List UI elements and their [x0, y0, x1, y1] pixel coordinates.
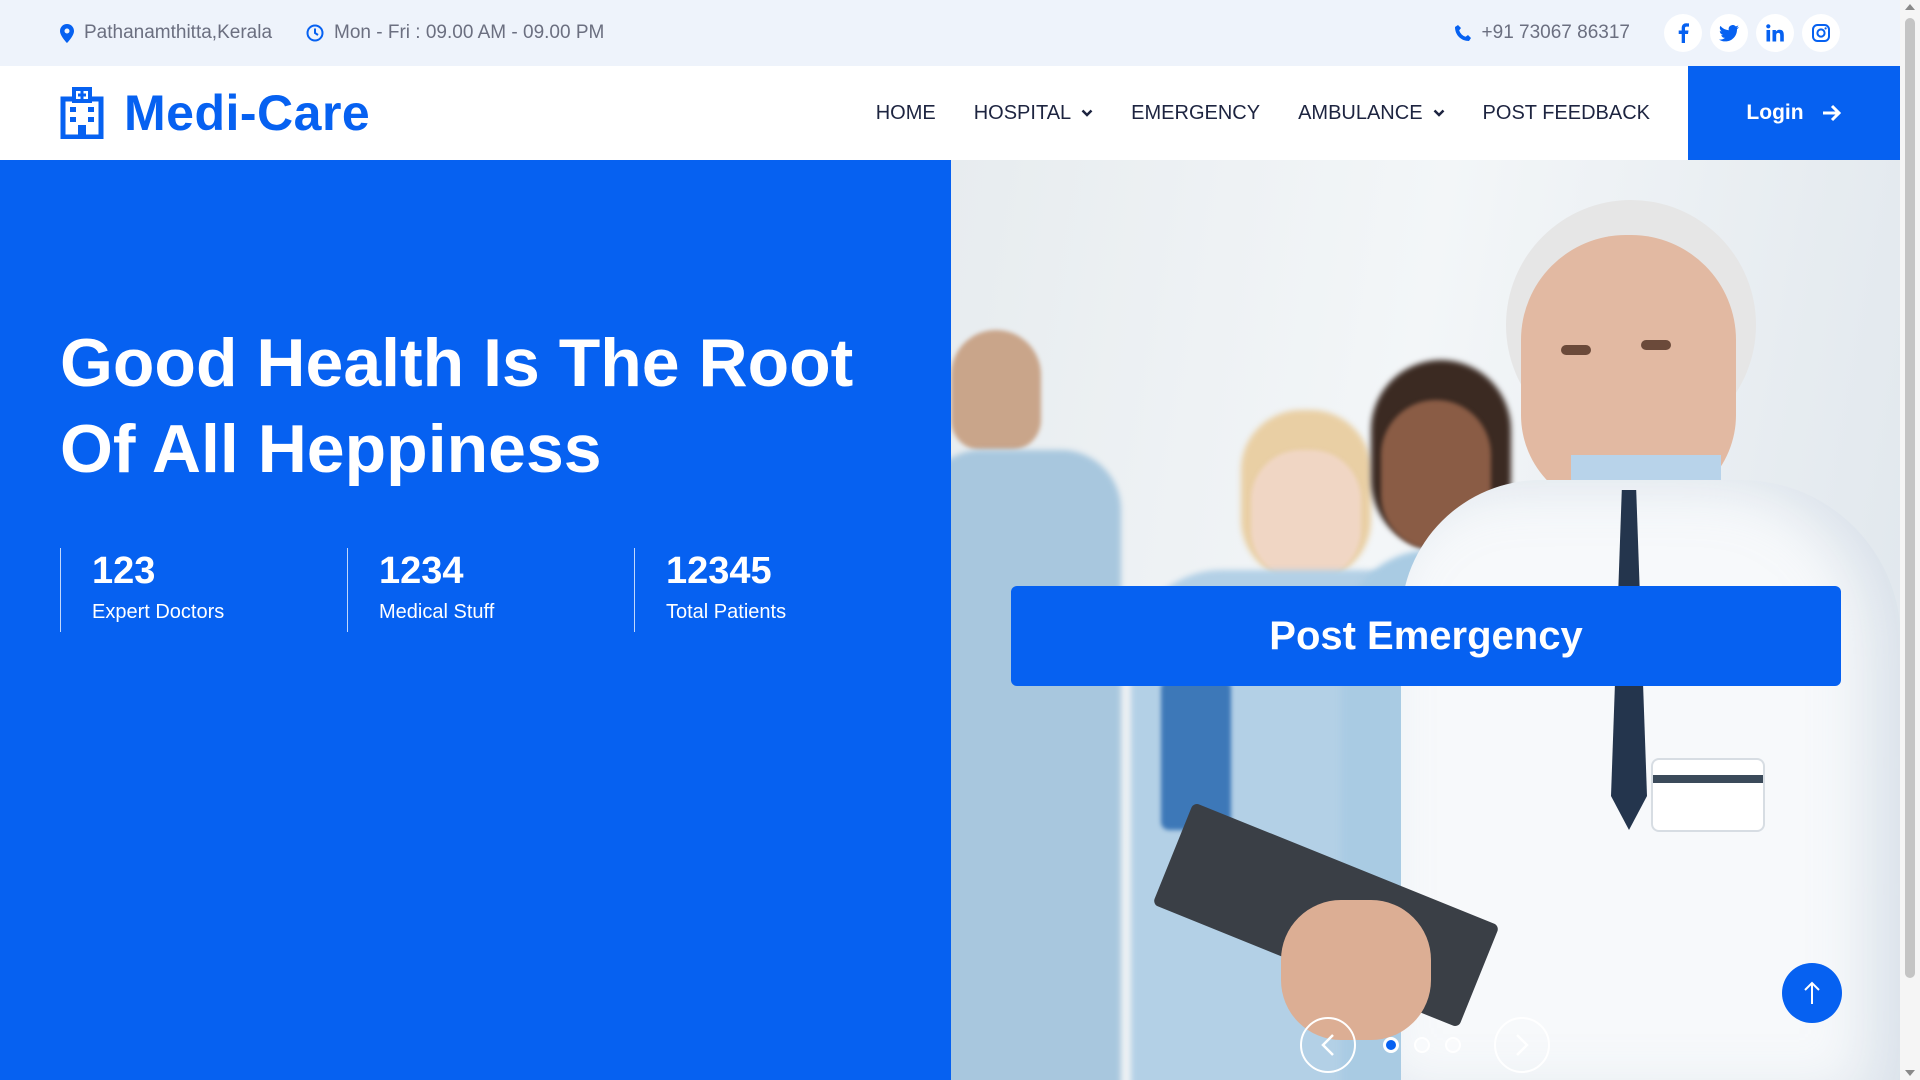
- social-links: [1664, 14, 1840, 52]
- main-navbar: Medi-Care HOME HOSPITAL EMERGENCY AMBULA…: [0, 66, 1900, 160]
- phone-text: +91 73067 86317: [1481, 22, 1630, 43]
- nav-menu: HOME HOSPITAL EMERGENCY AMBULANCE POST F…: [876, 66, 1900, 160]
- nav-home[interactable]: HOME: [876, 102, 936, 125]
- chevron-right-icon: [1516, 1034, 1529, 1056]
- stat-value: 1234: [379, 550, 464, 592]
- hero-title: Good Health Is The Root Of All Heppiness: [60, 320, 920, 492]
- phone-info[interactable]: +91 73067 86317: [1454, 22, 1630, 44]
- carousel-dot-3[interactable]: [1445, 1037, 1461, 1053]
- nav-emergency-label: EMERGENCY: [1131, 101, 1261, 124]
- hero-title-line-2: Of All Heppiness: [60, 411, 602, 487]
- back-to-top-button[interactable]: [1782, 963, 1842, 1023]
- topbar-right: +91 73067 86317: [1454, 14, 1840, 52]
- location-info: Pathanamthitta,Kerala: [60, 22, 272, 44]
- twitter-icon[interactable]: [1710, 14, 1748, 52]
- hospital-building-icon: [60, 87, 104, 139]
- stat-label: Medical Stuff: [379, 601, 495, 623]
- location-text: Pathanamthitta,Kerala: [84, 22, 273, 43]
- stat-medical-stuff: 1234 Medical Stuff: [347, 548, 634, 632]
- post-emergency-button[interactable]: Post Emergency: [1011, 586, 1841, 686]
- stat-label: Total Patients: [666, 601, 787, 623]
- carousel-dots: [1383, 1037, 1461, 1053]
- nav-ambulance-label: AMBULANCE: [1298, 101, 1423, 124]
- nav-hospital-label: HOSPITAL: [973, 101, 1072, 124]
- hero-title-line-1: Good Health Is The Root: [60, 325, 854, 401]
- stat-value: 12345: [666, 550, 772, 592]
- carousel-dot-1[interactable]: [1383, 1037, 1399, 1053]
- arrow-up-icon: [1804, 981, 1820, 1004]
- login-label: Login: [1746, 101, 1804, 124]
- nav-home-label: HOME: [875, 101, 936, 124]
- phone-icon: [1454, 25, 1471, 41]
- arrow-right-icon: [1822, 104, 1841, 122]
- hours-info: Mon - Fri : 09.00 AM - 09.00 PM: [306, 22, 604, 44]
- nav-emergency[interactable]: EMERGENCY: [1131, 102, 1260, 125]
- scroll-down-arrow-icon[interactable]: [1905, 1070, 1915, 1076]
- stat-total-patients: 12345 Total Patients: [634, 548, 921, 632]
- carousel-prev-button[interactable]: [1300, 1017, 1356, 1073]
- nav-hospital[interactable]: HOSPITAL: [974, 102, 1093, 125]
- page: Pathanamthitta,Kerala Mon - Fri : 09.00 …: [0, 0, 1920, 1080]
- clock-icon: [306, 24, 324, 42]
- page-scrollbar[interactable]: [1900, 0, 1920, 1080]
- stat-label: Expert Doctors: [92, 601, 225, 623]
- instagram-icon[interactable]: [1802, 14, 1840, 52]
- chevron-down-icon: [1081, 109, 1093, 117]
- nav-post-feedback-label: POST FEEDBACK: [1482, 101, 1650, 124]
- logo[interactable]: Medi-Care: [60, 84, 370, 142]
- carousel-dot-2[interactable]: [1414, 1037, 1430, 1053]
- chevron-down-icon: [1433, 109, 1444, 117]
- carousel-next-button[interactable]: [1494, 1017, 1550, 1073]
- nav-post-feedback[interactable]: POST FEEDBACK: [1483, 102, 1650, 125]
- map-pin-icon: [60, 23, 74, 43]
- post-emergency-label: Post Emergency: [1269, 613, 1583, 658]
- hours-text: Mon - Fri : 09.00 AM - 09.00 PM: [334, 22, 605, 43]
- top-info-bar: Pathanamthitta,Kerala Mon - Fri : 09.00 …: [0, 0, 1900, 66]
- stat-value: 123: [92, 550, 156, 592]
- nav-ambulance[interactable]: AMBULANCE: [1298, 102, 1444, 125]
- brand-name: Medi-Care: [124, 85, 371, 141]
- login-button[interactable]: Login: [1688, 66, 1900, 160]
- chevron-left-icon: [1321, 1034, 1334, 1056]
- linkedin-icon[interactable]: [1756, 14, 1794, 52]
- scroll-up-arrow-icon[interactable]: [1905, 4, 1915, 10]
- stat-expert-doctors: 123 Expert Doctors: [60, 548, 347, 632]
- facebook-icon[interactable]: [1664, 14, 1702, 52]
- scrollbar-thumb[interactable]: [1905, 18, 1915, 978]
- stats-row: 123 Expert Doctors 1234 Medical Stuff 12…: [60, 548, 921, 632]
